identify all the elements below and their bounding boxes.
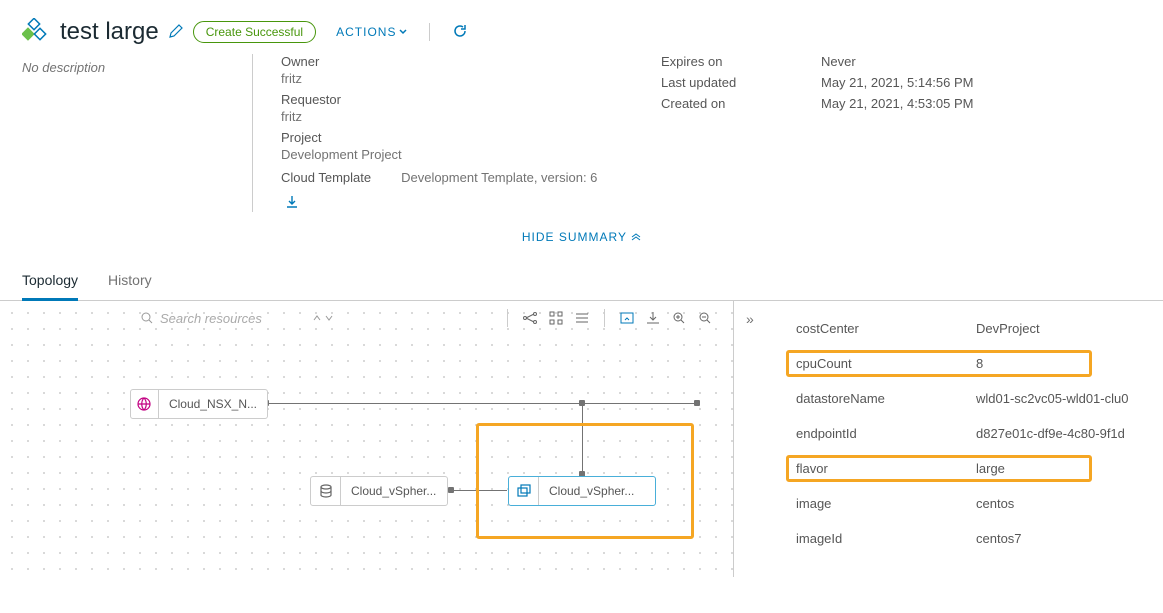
requestor-label: Requestor [281, 92, 661, 107]
node-datastore-label: Cloud_vSpher... [341, 484, 446, 498]
owner-value: fritz [281, 71, 661, 86]
page-title: test large [60, 18, 159, 46]
hide-summary-button[interactable]: HIDE SUMMARY [0, 220, 1163, 254]
collapse-panel-icon[interactable]: » [746, 311, 754, 327]
updated-label: Last updated [661, 75, 821, 90]
template-value: Development Template, version: 6 [401, 170, 597, 185]
prop-image: imagecentos [796, 496, 1163, 511]
description: No description [22, 54, 252, 212]
owner-label: Owner [281, 54, 661, 69]
template-label: Cloud Template [281, 170, 371, 185]
list-view-icon[interactable] [574, 310, 590, 326]
topology-canvas[interactable]: Cloud_NSX_N... Cloud_vSpher... Cloud_vSp… [0, 301, 733, 577]
search-nav-icons[interactable] [312, 313, 334, 323]
node-datastore[interactable]: Cloud_vSpher... [310, 476, 448, 506]
zoom-out-icon[interactable] [697, 310, 713, 326]
refresh-icon[interactable] [452, 23, 468, 42]
network-icon [131, 390, 159, 418]
tab-history[interactable]: History [108, 264, 152, 300]
prop-datastorename: datastoreNamewld01-sc2vc05-wld01-clu0 [796, 391, 1163, 406]
node-nsx[interactable]: Cloud_NSX_N... [130, 389, 268, 419]
download-icon[interactable] [285, 195, 661, 212]
zoom-in-icon[interactable] [671, 310, 687, 326]
prop-flavor: flavorlarge [796, 461, 1163, 476]
created-value: May 21, 2021, 4:53:05 PM [821, 96, 973, 111]
expires-value: Never [821, 54, 856, 69]
prop-cpucount: cpuCount8 [796, 356, 1163, 371]
updated-value: May 21, 2021, 5:14:56 PM [821, 75, 973, 90]
chevron-down-icon [399, 28, 407, 36]
grid-view-icon[interactable] [548, 310, 564, 326]
divider [429, 23, 430, 41]
vm-icon [509, 477, 539, 505]
created-label: Created on [661, 96, 821, 111]
storage-icon [311, 477, 341, 505]
hide-summary-label: HIDE SUMMARY [522, 230, 627, 244]
prop-endpointid: endpointIdd827e01c-df9e-4c80-9f1d [796, 426, 1163, 441]
search-input[interactable] [160, 311, 300, 326]
node-vm-label: Cloud_vSpher... [539, 484, 644, 498]
project-label: Project [281, 130, 661, 145]
properties-panel: » costCenterDevProject cpuCount8 datasto… [733, 301, 1163, 577]
status-badge: Create Successful [193, 21, 316, 43]
tab-topology[interactable]: Topology [22, 264, 78, 301]
canvas-search[interactable] [140, 311, 334, 326]
requestor-value: fritz [281, 109, 661, 124]
actions-dropdown[interactable]: ACTIONS [336, 25, 407, 39]
fit-screen-icon[interactable] [619, 310, 635, 326]
expires-label: Expires on [661, 54, 821, 69]
deployment-icon [22, 18, 50, 46]
download-view-icon[interactable] [645, 310, 661, 326]
graph-view-icon[interactable] [522, 310, 538, 326]
actions-label: ACTIONS [336, 25, 396, 39]
search-icon [140, 311, 154, 325]
node-vm[interactable]: Cloud_vSpher... [508, 476, 656, 506]
chevron-up-double-icon [631, 233, 641, 243]
node-nsx-label: Cloud_NSX_N... [159, 397, 267, 411]
project-value: Development Project [281, 147, 661, 162]
prop-costcenter: costCenterDevProject [796, 321, 1163, 336]
prop-imageid: imageIdcentos7 [796, 531, 1163, 546]
edit-icon[interactable] [169, 24, 183, 41]
